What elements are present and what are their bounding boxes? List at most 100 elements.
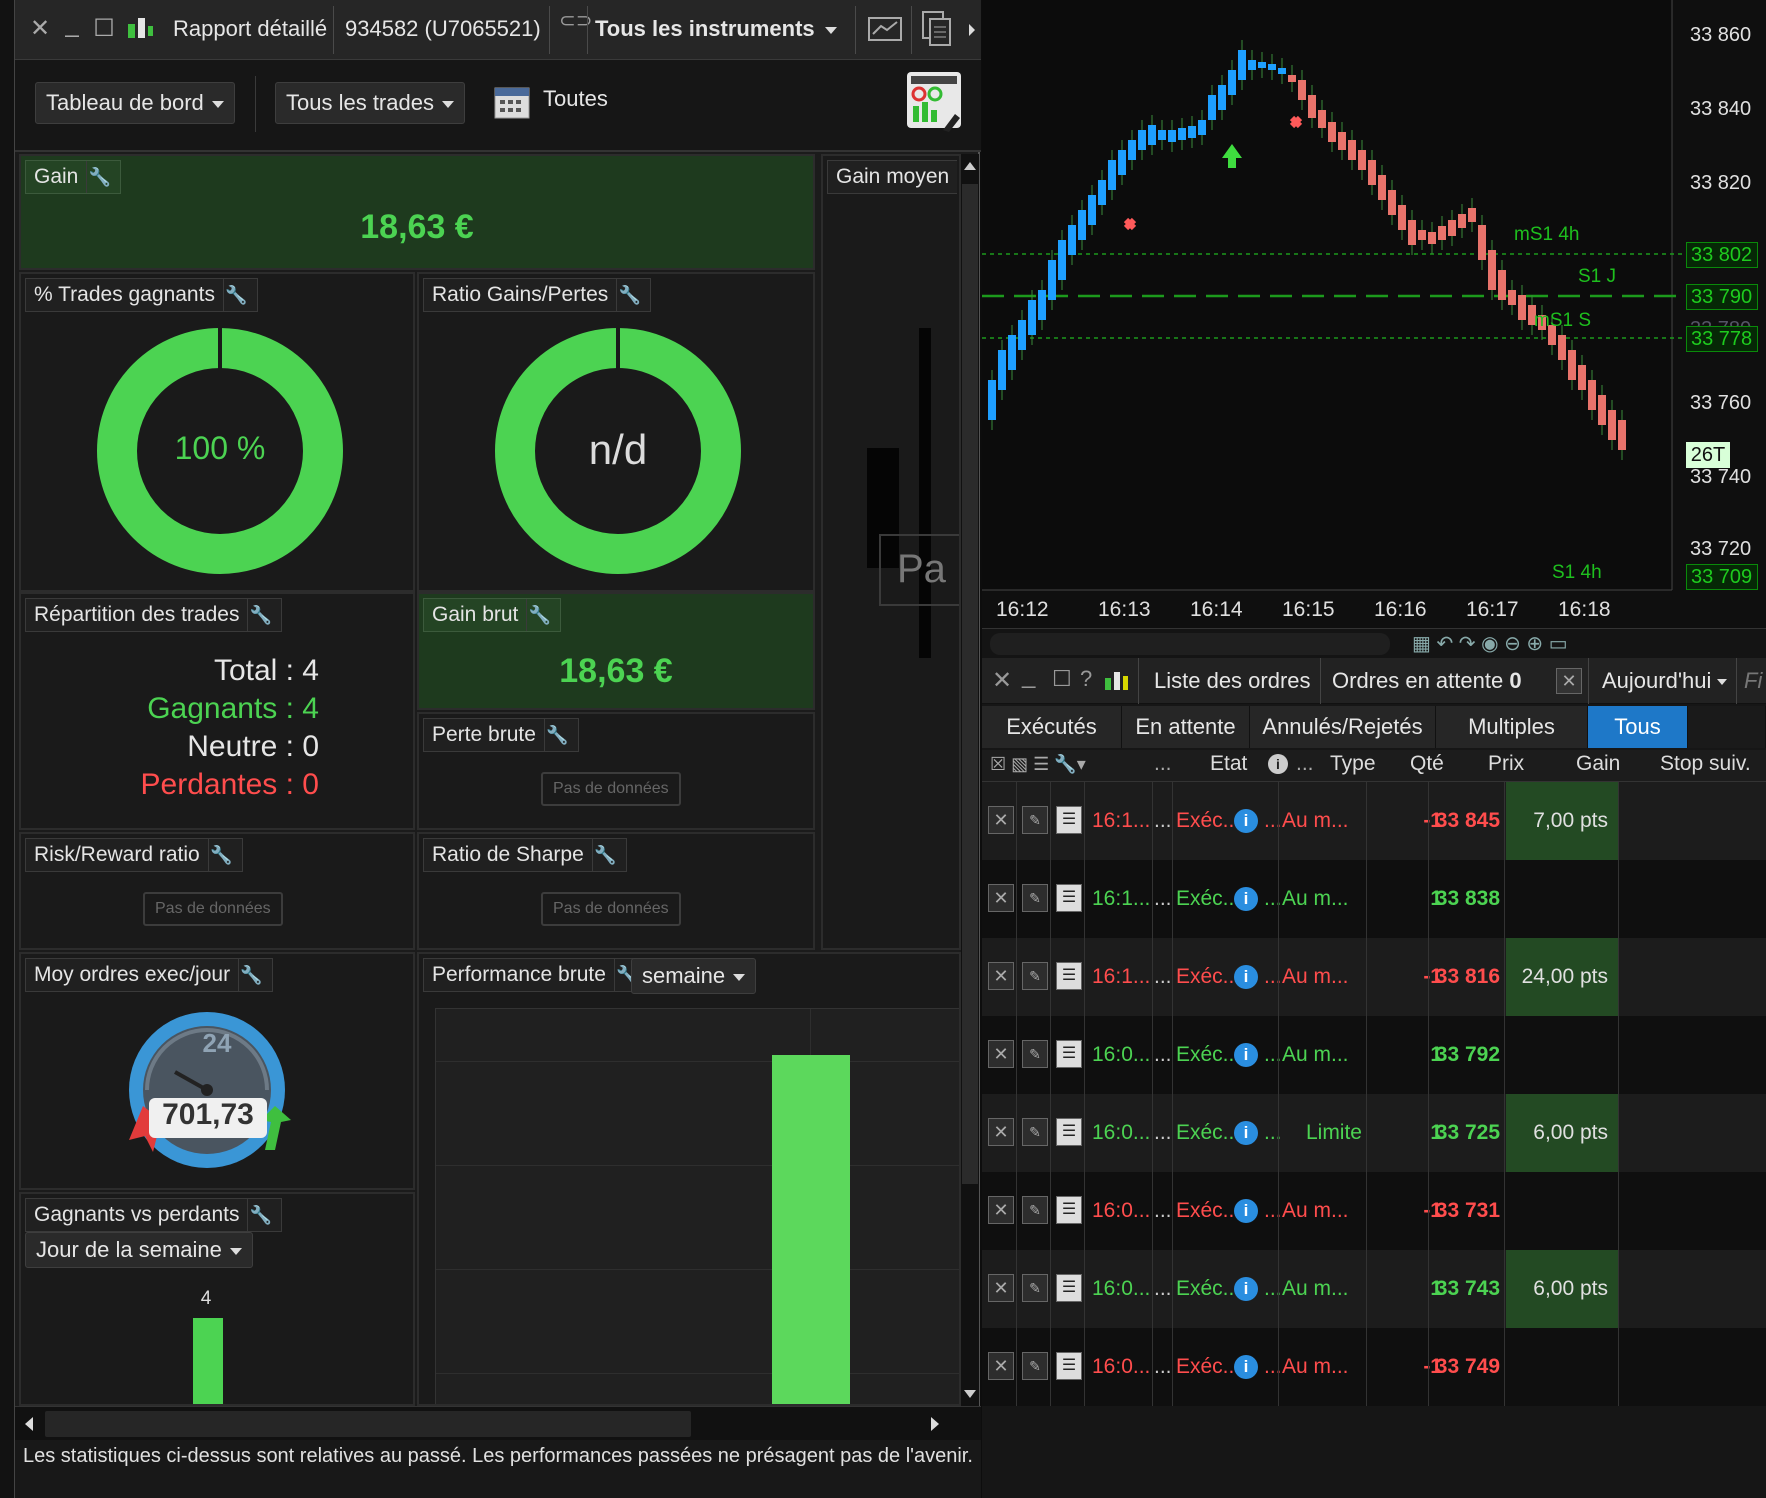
candle [1598, 395, 1606, 425]
order-info-icon[interactable]: i [1234, 1016, 1264, 1094]
scroll-left-icon[interactable] [25, 1417, 33, 1431]
close-icon[interactable]: ✕ [992, 666, 1012, 695]
wrench-icon[interactable]: 🔧 [207, 839, 234, 871]
horizontal-scrollbar[interactable] [15, 1406, 981, 1440]
wrench-icon[interactable]: 🔧 [222, 279, 249, 311]
wrench-icon[interactable]: 🔧 [616, 279, 642, 311]
dashboard-dropdown[interactable]: Tableau de bord [35, 82, 235, 124]
add-chart-icon[interactable] [867, 14, 903, 44]
cancel-order-icon[interactable]: ✕ [988, 1352, 1014, 1380]
wrench-icon[interactable]: 🔧 [526, 599, 552, 631]
pas-de-donnees-partial: Pa [879, 534, 959, 606]
order-info-icon[interactable]: i [1234, 1250, 1264, 1328]
wrench-icon[interactable]: 🔧 [86, 161, 112, 193]
tab-multiple[interactable]: Multiples [1436, 706, 1588, 748]
col-etat[interactable]: Etat [1210, 752, 1247, 780]
performance-period-dropdown[interactable]: semaine [631, 958, 757, 994]
period-label[interactable]: Toutes [543, 86, 608, 112]
filter-partial-label[interactable]: Fi [1744, 668, 1762, 694]
order-info-icon[interactable]: i [1234, 1172, 1264, 1250]
date-filter-dropdown[interactable]: Aujourd'hui [1602, 668, 1728, 694]
wrench-icon[interactable]: 🔧 [238, 959, 264, 991]
col-stop[interactable]: Stop suiv. [1660, 752, 1751, 780]
order-details-icon[interactable]: ☰ [1056, 1274, 1082, 1302]
cancel-order-icon[interactable]: ✕ [988, 884, 1014, 912]
col-type[interactable]: Type [1330, 752, 1376, 780]
price-chart[interactable]: 33 860 33 840 33 820 33 780 33 760 33 74… [982, 0, 1766, 658]
modify-order-icon[interactable]: ✎ [1022, 1040, 1048, 1068]
time-axis-label: 16:15 [1282, 598, 1335, 621]
cancel-order-icon[interactable]: ✕ [988, 1118, 1014, 1146]
tab-cancelled-rejected[interactable]: Annulés/Rejetés [1250, 706, 1436, 748]
modify-order-icon[interactable]: ✎ [1022, 1196, 1048, 1224]
wrench-icon[interactable]: 🔧 [247, 1199, 273, 1231]
col-qte[interactable]: Qté [1410, 752, 1444, 780]
order-details-icon[interactable]: ☰ [1056, 1118, 1082, 1146]
scroll-down-icon[interactable] [964, 1390, 976, 1398]
order-details-icon[interactable]: ☰ [1056, 884, 1082, 912]
order-row[interactable]: ✕ ✎ ☰ 16:1...... Exéc... i... Au m... 1 33 838 [982, 860, 1766, 938]
vertical-scrollbar[interactable] [961, 154, 979, 1406]
performance-bar [772, 1055, 850, 1404]
cancel-order-icon[interactable]: ✕ [988, 1274, 1014, 1302]
maximize-icon[interactable]: ☐ [1052, 666, 1072, 692]
help-icon[interactable]: ? [1080, 666, 1092, 692]
minimize-icon[interactable]: _ [1022, 662, 1035, 690]
order-row[interactable]: ✕ ✎ ☰ 16:0...... Exéc... i... Limite 1 33 725 6,0… [982, 1094, 1766, 1172]
chart-scrollbar[interactable] [990, 633, 1390, 655]
cancel-all-icon[interactable]: ✕ [1556, 668, 1582, 694]
maximize-icon[interactable]: ☐ [91, 16, 117, 42]
tab-all[interactable]: Tous [1588, 706, 1688, 748]
pending-orders-tab[interactable]: Ordres en attente 0 [1332, 668, 1522, 694]
export-document-icon[interactable] [921, 10, 953, 48]
modify-order-icon[interactable]: ✎ [1022, 884, 1048, 912]
trades-filter-dropdown[interactable]: Tous les trades [275, 82, 465, 124]
wrench-icon[interactable]: 🔧 [247, 599, 273, 631]
cancel-order-icon[interactable]: ✕ [988, 1040, 1014, 1068]
scrollbar-thumb[interactable] [962, 184, 978, 1184]
instrument-dropdown[interactable]: Tous les instruments [595, 16, 837, 42]
horizontal-thumb[interactable] [45, 1411, 691, 1437]
wrench-icon[interactable]: 🔧 [543, 719, 570, 751]
order-details-icon[interactable]: ☰ [1056, 1352, 1082, 1380]
tab-executed[interactable]: Exécutés [982, 706, 1122, 748]
cancel-order-icon[interactable]: ✕ [988, 1196, 1014, 1224]
order-info-icon[interactable]: i [1234, 860, 1264, 938]
modify-order-icon[interactable]: ✎ [1022, 962, 1048, 990]
cancel-order-icon[interactable]: ✕ [988, 962, 1014, 990]
order-details-icon[interactable]: ☰ [1056, 1040, 1082, 1068]
order-row[interactable]: ✕ ✎ ☰ 16:1...... Exéc... i... Au m... -1 33 816 2… [982, 938, 1766, 1016]
order-row[interactable]: ✕ ✎ ☰ 16:0...... Exéc... i... Au m... -1 33 749 [982, 1328, 1766, 1406]
order-details-icon[interactable]: ☰ [1056, 806, 1082, 834]
modify-order-icon[interactable]: ✎ [1022, 1352, 1048, 1380]
order-info-icon[interactable]: i [1234, 1094, 1264, 1172]
cancel-order-icon[interactable]: ✕ [988, 806, 1014, 834]
order-info-icon[interactable]: i [1234, 1328, 1264, 1406]
order-info-icon[interactable]: i [1234, 782, 1264, 860]
wrench-icon[interactable]: 🔧 [591, 839, 618, 871]
order-row[interactable]: ✕ ✎ ☰ 16:1...... Exéc... i... Au m... -1 33 845 7… [982, 782, 1766, 860]
minimize-icon[interactable]: _ [59, 12, 85, 38]
order-info-icon[interactable]: i [1234, 938, 1264, 1016]
calendar-icon[interactable] [493, 82, 533, 122]
more-arrow-icon[interactable] [969, 24, 975, 36]
order-details-icon[interactable]: ☰ [1056, 1196, 1082, 1224]
dashboard-settings-icon[interactable] [905, 70, 963, 134]
order-details-icon[interactable]: ☰ [1056, 962, 1082, 990]
modify-order-icon[interactable]: ✎ [1022, 806, 1048, 834]
scroll-up-icon[interactable] [964, 162, 976, 170]
modify-order-icon[interactable]: ✎ [1022, 1118, 1048, 1146]
scroll-right-icon[interactable] [931, 1417, 939, 1431]
tab-pending[interactable]: En attente [1122, 706, 1250, 748]
chart-tools-icons[interactable]: ▦ ↶ ↷ ◉ ⊖ ⊕ ▭ [1412, 631, 1568, 656]
weekday-dropdown[interactable]: Jour de la semaine [25, 1232, 253, 1268]
link-icon[interactable]: ⊂⊃ [559, 11, 593, 48]
close-icon[interactable]: ✕ [27, 16, 53, 42]
col-prix[interactable]: Prix [1488, 752, 1524, 780]
col-gain[interactable]: Gain [1576, 752, 1620, 780]
order-row[interactable]: ✕ ✎ ☰ 16:0...... Exéc... i... Au m... 1 33 792 [982, 1016, 1766, 1094]
order-row[interactable]: ✕ ✎ ☰ 16:0...... Exéc... i... Au m... 1 33 743 6,… [982, 1250, 1766, 1328]
modify-order-icon[interactable]: ✎ [1022, 1274, 1048, 1302]
order-time: 16:1... [1092, 809, 1150, 832]
order-row[interactable]: ✕ ✎ ☰ 16:0...... Exéc... i... Au m... -1 33 731 [982, 1172, 1766, 1250]
